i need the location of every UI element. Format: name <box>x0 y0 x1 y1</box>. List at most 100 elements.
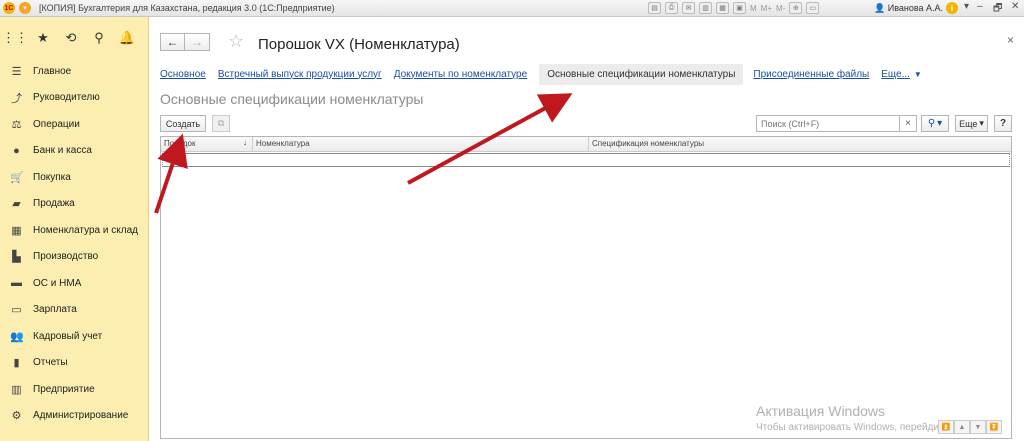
titlebar-tools: ▤ ⎙ ✉ ▥ ▦ ▣ M M+ M- ⊕ ▭ <box>648 2 820 14</box>
sidebar-item-label: Продажа <box>33 198 75 210</box>
create-button[interactable]: Создать <box>160 115 206 132</box>
sidebar-item-enterprise[interactable]: ▥ Предприятие <box>0 376 148 403</box>
tab-specifications[interactable]: Основные спецификации номенклатуры <box>539 63 744 85</box>
minimize-button[interactable]: – <box>977 1 983 12</box>
sort-arrow-icon: ↓ <box>243 138 247 147</box>
specifications-table[interactable]: Порядок ↓ Номенклатура Спецификация номен… <box>160 136 1012 439</box>
bell-icon[interactable]: 🔔 <box>119 30 135 45</box>
scroll-down-icon[interactable]: ▼ <box>970 420 986 434</box>
screen-icon[interactable]: ▭ <box>806 2 820 14</box>
sidebar-item-salary[interactable]: ▭ Зарплата <box>0 297 148 324</box>
tab-attached-files[interactable]: Присоединенные файлы <box>753 69 869 80</box>
boxes-icon: ▦ <box>11 224 22 237</box>
salary-icon: ▭ <box>11 304 22 317</box>
sidebar: ⋮⋮ ★ ⟲ ⚲ 🔔 ☰ Главное ⤴ Руководителю ⚖ Оп… <box>0 17 149 441</box>
building-icon: ▥ <box>11 383 22 396</box>
back-button[interactable]: ← <box>160 33 185 51</box>
sidebar-item-label: Зарплата <box>33 304 77 316</box>
gear-icon: ⚙ <box>11 410 22 423</box>
sidebar-item-fixed-assets[interactable]: ▬ ОС и НМА <box>0 270 148 297</box>
sidebar-item-hr[interactable]: 👥 Кадровый учет <box>0 323 148 350</box>
sidebar-item-production[interactable]: ▙ Производство <box>0 244 148 271</box>
sidebar-item-label: Банк и касса <box>33 145 92 157</box>
sidebar-item-admin[interactable]: ⚙ Администрирование <box>0 403 148 430</box>
menu-lines-icon: ☰ <box>11 65 22 78</box>
app-logo-icon[interactable]: 1С <box>3 2 15 14</box>
info-dropdown-icon[interactable]: ▾ <box>964 1 969 12</box>
operations-icon: ⚖ <box>11 118 22 131</box>
sidebar-item-label: Руководителю <box>33 92 100 104</box>
calculator-icon[interactable]: ▦ <box>716 2 729 14</box>
sidebar-item-label: ОС и НМА <box>33 277 82 289</box>
sidebar-item-purchase[interactable]: 🛒 Покупка <box>0 164 148 191</box>
close-window-button[interactable]: ✕ <box>1011 1 1019 12</box>
scroll-first-icon[interactable]: ⏫ <box>938 420 954 434</box>
window-titlebar: 1С ▾ [КОПИЯ] Бухгалтерия для Казахстана,… <box>0 0 1024 17</box>
tab-documents[interactable]: Документы по номенклатуре <box>394 69 528 80</box>
nav-buttons: ← → <box>160 33 210 51</box>
scroll-up-icon[interactable]: ▲ <box>954 420 970 434</box>
chevron-down-icon: ▼ <box>913 69 922 79</box>
help-button[interactable]: ? <box>994 115 1012 132</box>
sidebar-item-main[interactable]: ☰ Главное <box>0 58 148 85</box>
search-icon[interactable]: ⚲ <box>92 30 106 45</box>
column-label: Порядок <box>164 139 196 148</box>
tab-more-label: Еще... <box>881 68 910 80</box>
main-content: ← → ☆ Порошок VX (Номенклатура) × Основн… <box>150 17 1024 441</box>
sidebar-item-bank[interactable]: ● Банк и касса <box>0 138 148 165</box>
attach-icon[interactable]: ▥ <box>699 2 712 14</box>
close-form-button[interactable]: × <box>1007 33 1014 47</box>
column-nomenclature[interactable]: Номенклатура <box>253 137 589 151</box>
more-actions-button[interactable]: Еще ▾ <box>955 115 988 132</box>
forward-button[interactable]: → <box>185 33 210 51</box>
people-icon: 👥 <box>10 330 24 343</box>
info-icon[interactable]: i <box>946 2 958 14</box>
history-icon[interactable]: ⟲ <box>64 30 78 45</box>
tab-services[interactable]: Встречный выпуск продукции услуг <box>218 69 382 80</box>
search-input[interactable] <box>756 115 917 132</box>
table-header: Порядок ↓ Номенклатура Спецификация номен… <box>161 137 1011 152</box>
activation-watermark-text: Чтобы активировать Windows, перейдите <box>756 422 949 433</box>
favorite-star-icon[interactable]: ☆ <box>228 31 244 52</box>
chevron-down-icon: ▾ <box>979 118 984 128</box>
favorites-star-icon[interactable]: ★ <box>36 30 50 45</box>
apps-grid-icon[interactable]: ⋮⋮ <box>2 30 28 45</box>
clear-search-button[interactable]: × <box>899 115 917 132</box>
sidebar-item-operations[interactable]: ⚖ Операции <box>0 111 148 138</box>
table-row[interactable] <box>162 153 1010 167</box>
form-tabs: Основное Встречный выпуск продукции услу… <box>160 63 934 85</box>
print-icon[interactable]: ⎙ <box>665 2 678 14</box>
column-specification[interactable]: Спецификация номенклатуры <box>589 137 1011 151</box>
sidebar-item-label: Кадровый учет <box>33 330 103 342</box>
restore-button[interactable]: 🗗 <box>993 1 1002 18</box>
zoom-icon[interactable]: ⊕ <box>789 2 803 14</box>
calendar-icon[interactable]: ▣ <box>733 2 746 14</box>
column-order[interactable]: Порядок ↓ <box>161 137 253 151</box>
table-scroll-buttons: ⏫ ▲ ▼ ⏬ <box>938 420 1002 434</box>
scroll-last-icon[interactable]: ⏬ <box>986 420 1002 434</box>
sidebar-item-nomenclature[interactable]: ▦ Номенклатура и склад <box>0 217 148 244</box>
section-title: Основные спецификации номенклатуры <box>160 91 424 107</box>
tab-more[interactable]: Еще... ▼ <box>881 69 922 80</box>
mail-icon[interactable]: ✉ <box>682 2 695 14</box>
sidebar-item-label: Отчеты <box>33 357 68 369</box>
memory-button[interactable]: M <box>750 4 757 13</box>
copy-icon[interactable]: ⧉ <box>212 115 230 132</box>
search-button[interactable]: ⚲ ▾ <box>921 115 949 132</box>
tab-main[interactable]: Основное <box>160 69 206 80</box>
more-label: Еще <box>959 118 978 129</box>
page-title: Порошок VX (Номенклатура) <box>258 36 460 53</box>
current-user[interactable]: 👤 Иванова А.А. <box>874 3 943 14</box>
sidebar-item-manager[interactable]: ⤴ Руководителю <box>0 85 148 112</box>
main-menu-dropdown-icon[interactable]: ▾ <box>19 2 31 14</box>
activation-watermark-title: Активация Windows <box>756 403 886 419</box>
sidebar-item-reports[interactable]: ▮ Отчеты <box>0 350 148 377</box>
sidebar-item-sales[interactable]: ▰ Продажа <box>0 191 148 218</box>
chart-icon: ▮ <box>13 357 20 370</box>
memory-plus-button[interactable]: M+ <box>761 4 772 13</box>
window-title: [КОПИЯ] Бухгалтерия для Казахстана, реда… <box>39 3 335 13</box>
memory-minus-button[interactable]: M- <box>776 4 785 13</box>
trend-icon: ⤴ <box>11 92 22 105</box>
search-icon: ⚲ <box>927 118 936 129</box>
save-icon[interactable]: ▤ <box>648 2 661 14</box>
